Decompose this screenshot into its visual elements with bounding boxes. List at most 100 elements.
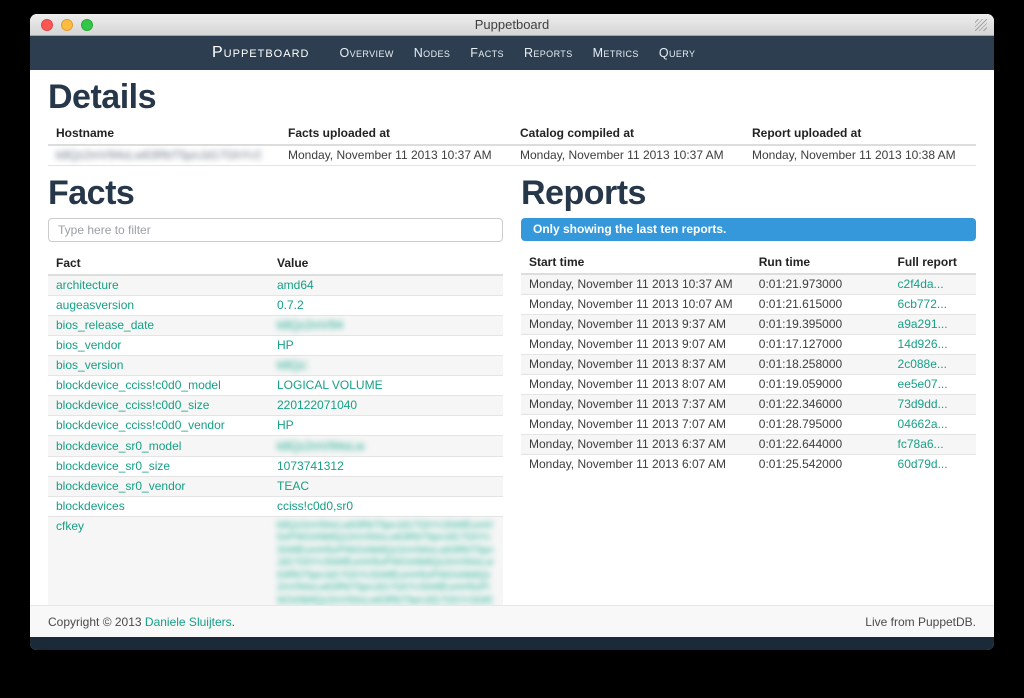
redacted-value: k8Qz2mV94xLw63RbT5pnJd17GhYcS0AfEumH5oPi… <box>277 319 343 332</box>
report-row: Monday, November 11 2013 6:37 AM0:01:22.… <box>521 434 976 454</box>
fact-name-link[interactable]: blockdevices <box>56 499 125 513</box>
report-hash-link[interactable]: a9a291... <box>898 317 948 331</box>
report-run-time: 0:01:18.258000 <box>751 354 890 374</box>
page-bottom-strip <box>30 637 994 650</box>
report-run-time: 0:01:25.542000 <box>751 454 890 474</box>
facts-filter-input[interactable] <box>48 218 503 242</box>
report-hash-link[interactable]: 60d79d... <box>898 457 948 471</box>
report-row: Monday, November 11 2013 7:37 AM0:01:22.… <box>521 394 976 414</box>
fact-row: bios_release_date k8Qz2mV94xLw63RbT5pnJd1… <box>48 315 503 335</box>
fact-value-link[interactable]: cciss!c0d0,sr0 <box>277 499 353 513</box>
fact-row: augeasversion 0.7.2 <box>48 295 503 315</box>
navbar-brand[interactable]: Puppetboard <box>212 44 309 62</box>
fact-value-link[interactable]: 220122071040 <box>277 398 357 412</box>
reports-col-run: Run time <box>751 251 890 274</box>
navbar-items: OverviewNodesFactsReportsMetricsQuery <box>329 44 705 62</box>
report-hash-link[interactable]: 73d9dd... <box>898 397 948 411</box>
report-start-time: Monday, November 11 2013 9:37 AM <box>521 314 751 334</box>
report-hash-link[interactable]: c2f4da... <box>898 277 944 291</box>
details-col-catalog-compiled: Catalog compiled at <box>512 122 744 145</box>
fact-name-link[interactable]: blockdevice_sr0_size <box>56 459 170 473</box>
fact-name-link[interactable]: blockdevice_sr0_model <box>56 439 181 453</box>
nav-item-facts[interactable]: Facts <box>460 46 514 60</box>
reports-col-start: Start time <box>521 251 751 274</box>
copyright-prefix: Copyright © 2013 <box>48 615 145 629</box>
fact-row: blockdevice_cciss!c0d0_size 220122071040 <box>48 396 503 416</box>
report-run-time: 0:01:21.973000 <box>751 274 890 295</box>
report-start-time: Monday, November 11 2013 10:07 AM <box>521 294 751 314</box>
redacted-value: k8Qz2mV94xLw63RbT5pnJd17GhYcS0AfEumH5oPi… <box>277 359 307 372</box>
nav-item-query[interactable]: Query <box>649 46 706 60</box>
fact-name-link[interactable]: bios_release_date <box>56 318 154 332</box>
nav-item-metrics[interactable]: Metrics <box>583 46 649 60</box>
catalog-compiled-cell: Monday, November 11 2013 10:37 AM <box>512 145 744 166</box>
fact-name-link[interactable]: blockdevice_cciss!c0d0_size <box>56 398 209 412</box>
fact-row: blockdevice_cciss!c0d0_vendor HP <box>48 416 503 436</box>
details-title: Details <box>48 80 976 116</box>
fact-name-link[interactable]: blockdevice_cciss!c0d0_vendor <box>56 418 225 432</box>
fact-name-link[interactable]: cfkey <box>56 519 84 533</box>
minimize-window-icon[interactable] <box>61 19 73 31</box>
facts-header-row: Fact Value <box>48 252 503 275</box>
report-start-time: Monday, November 11 2013 8:07 AM <box>521 374 751 394</box>
close-window-icon[interactable] <box>41 19 53 31</box>
report-uploaded-cell: Monday, November 11 2013 10:38 AM <box>744 145 976 166</box>
facts-table: Fact Value architecture amd64 augeasversio… <box>48 252 503 605</box>
author-link[interactable]: Daniele Sluijters <box>145 615 232 629</box>
nav-item-nodes[interactable]: Nodes <box>404 46 461 60</box>
puppetdb-status-text: Live from PuppetDB. <box>865 615 976 629</box>
fact-value-link[interactable]: amd64 <box>277 278 314 292</box>
report-hash-link[interactable]: 04662a... <box>898 417 948 431</box>
fact-value-link[interactable]: HP <box>277 418 294 432</box>
window-controls <box>41 19 93 31</box>
fact-name-link[interactable]: blockdevice_cciss!c0d0_model <box>56 378 221 392</box>
hostname-cell: k8Qz2mV94xLw63RbT5pnJd17GhYcS0AfEumH5oPi… <box>48 145 280 166</box>
page-content: Details Hostname Facts uploaded at Catal… <box>30 70 994 605</box>
details-col-facts-uploaded: Facts uploaded at <box>280 122 512 145</box>
fullscreen-icon[interactable] <box>975 19 987 31</box>
reports-col-report: Full report <box>890 251 976 274</box>
nav-item-overview[interactable]: Overview <box>329 46 403 60</box>
report-row: Monday, November 11 2013 10:37 AM0:01:21… <box>521 274 976 295</box>
report-start-time: Monday, November 11 2013 7:37 AM <box>521 394 751 414</box>
report-run-time: 0:01:17.127000 <box>751 334 890 354</box>
report-row: Monday, November 11 2013 7:07 AM0:01:28.… <box>521 414 976 434</box>
facts-col-value: Value <box>269 252 503 275</box>
details-header-row: Hostname Facts uploaded at Catalog compi… <box>48 122 976 145</box>
reports-header-row: Start time Run time Full report <box>521 251 976 274</box>
report-run-time: 0:01:22.346000 <box>751 394 890 414</box>
fact-name-link[interactable]: bios_version <box>56 358 123 372</box>
fact-name-link[interactable]: blockdevice_sr0_vendor <box>56 479 185 493</box>
facts-title: Facts <box>48 176 503 212</box>
nav-item-reports[interactable]: Reports <box>514 46 583 60</box>
fact-value-link[interactable]: TEAC <box>277 479 309 493</box>
window-titlebar[interactable]: Puppetboard <box>30 14 994 36</box>
report-start-time: Monday, November 11 2013 7:07 AM <box>521 414 751 434</box>
fact-value-link[interactable]: LOGICAL VOLUME <box>277 378 383 392</box>
fact-name-link[interactable]: augeasversion <box>56 298 134 312</box>
report-run-time: 0:01:22.644000 <box>751 434 890 454</box>
redacted-value: k8Qz2mV94xLw63RbT5pnJd17GhYcS0AfEumH5oPi… <box>277 440 365 453</box>
report-hash-link[interactable]: 6cb772... <box>898 297 947 311</box>
report-start-time: Monday, November 11 2013 6:07 AM <box>521 454 751 474</box>
zoom-window-icon[interactable] <box>81 19 93 31</box>
fact-value-link[interactable]: 1073741312 <box>277 459 344 473</box>
fact-row: blockdevices cciss!c0d0,sr0 <box>48 496 503 516</box>
fact-value-link[interactable]: 0.7.2 <box>277 298 304 312</box>
report-hash-link[interactable]: fc78a6... <box>898 437 944 451</box>
report-hash-link[interactable]: ee5e07... <box>898 377 948 391</box>
details-table: Hostname Facts uploaded at Catalog compi… <box>48 122 976 166</box>
report-run-time: 0:01:19.059000 <box>751 374 890 394</box>
report-hash-link[interactable]: 2c088e... <box>898 357 947 371</box>
report-row: Monday, November 11 2013 10:07 AM0:01:21… <box>521 294 976 314</box>
report-run-time: 0:01:21.615000 <box>751 294 890 314</box>
details-col-report-uploaded: Report uploaded at <box>744 122 976 145</box>
fact-row: bios_vendor HP <box>48 336 503 356</box>
fact-value-link[interactable]: HP <box>277 338 294 352</box>
page-footer: Copyright © 2013 Daniele Sluijters. Live… <box>30 605 994 637</box>
fact-name-link[interactable]: architecture <box>56 278 119 292</box>
fact-name-link[interactable]: bios_vendor <box>56 338 121 352</box>
report-hash-link[interactable]: 14d926... <box>898 337 948 351</box>
facts-section: Facts Fact Value architecture amd64 augeas… <box>48 170 503 605</box>
details-row: k8Qz2mV94xLw63RbT5pnJd17GhYcS0AfEumH5oPi… <box>48 145 976 166</box>
